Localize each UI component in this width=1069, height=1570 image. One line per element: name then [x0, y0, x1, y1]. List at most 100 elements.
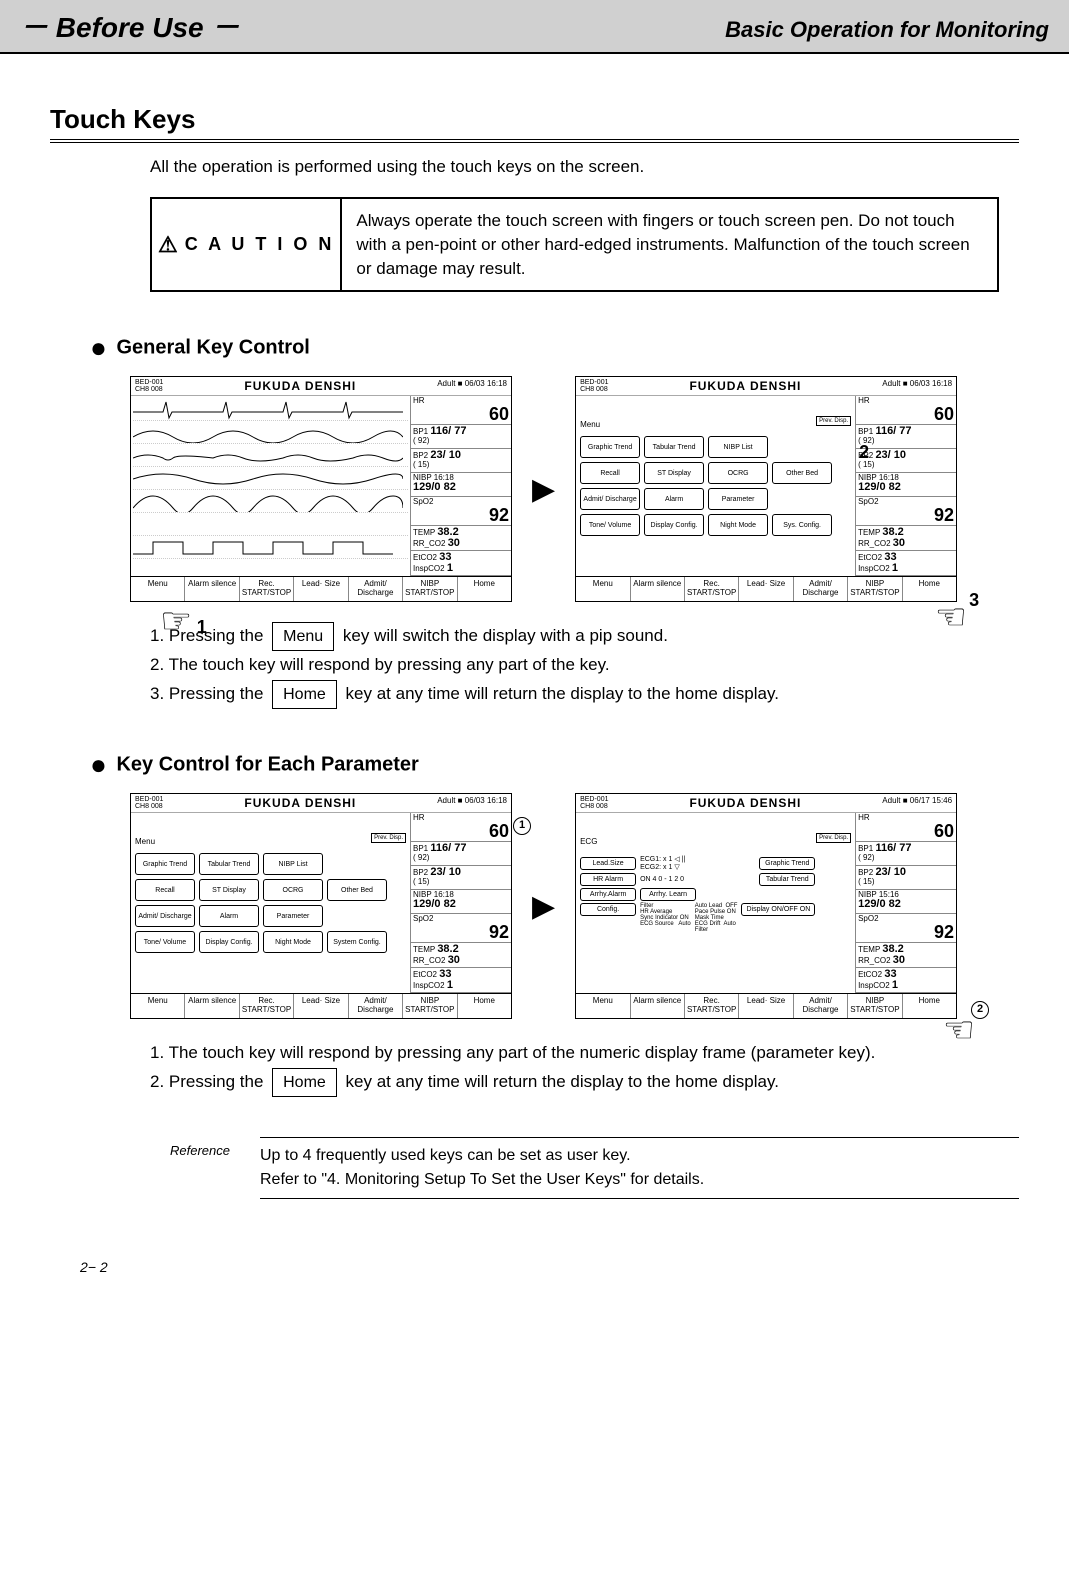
home-key[interactable]: Home [458, 577, 511, 601]
nibp-key[interactable]: NIBP START/STOP [403, 577, 457, 601]
bp1-value[interactable]: 116/ 77 [430, 842, 466, 854]
menu-system-config[interactable]: Sys. Config. [772, 514, 832, 536]
param-step2b: key at any time will return the display … [346, 1072, 779, 1091]
side-tabular-trend[interactable]: Tabular Trend [759, 873, 815, 886]
menu-nibp-list[interactable]: NIBP List [263, 853, 323, 875]
inspco2-value[interactable]: 1 [447, 562, 453, 574]
spo2-label: SpO2 [858, 497, 878, 506]
spo2-value[interactable]: 92 [413, 923, 509, 941]
bp2-value[interactable]: 23/ 10 [430, 866, 461, 878]
hr-value[interactable]: 60 [858, 822, 954, 840]
menu-st-display[interactable]: ST Display [199, 879, 259, 901]
bp2-value[interactable]: 23/ 10 [875, 866, 906, 878]
hr-value[interactable]: 60 [413, 822, 509, 840]
alarm-silence-key[interactable]: Alarm silence [631, 994, 685, 1018]
lead-size-key[interactable]: Lead· Size [739, 994, 793, 1018]
rr-value[interactable]: 30 [893, 954, 905, 966]
admit-discharge-key[interactable]: Admit/ Discharge [794, 577, 848, 601]
menu-key[interactable]: Menu [576, 994, 630, 1018]
menu-key[interactable]: Menu [576, 577, 630, 601]
ch-id: CH8 008 [580, 386, 608, 393]
menu-system-config[interactable]: System Config. [327, 931, 387, 953]
admit-discharge-key[interactable]: Admit/ Discharge [349, 577, 403, 601]
alarm-silence-key[interactable]: Alarm silence [185, 994, 239, 1018]
menu-tone-volume[interactable]: Tone/ Volume [580, 514, 640, 536]
spo2-value[interactable]: 92 [858, 923, 954, 941]
bp1-value[interactable]: 116/ 77 [875, 425, 911, 437]
ecg-arrhy-alarm[interactable]: Arrhy.Alarm [580, 888, 636, 901]
lead-size-key[interactable]: Lead· Size [294, 577, 348, 601]
menu-other-bed[interactable]: Other Bed [772, 462, 832, 484]
side-graphic-trend[interactable]: Graphic Trend [759, 857, 815, 870]
inspco2-value[interactable]: 1 [892, 979, 898, 991]
rec-key[interactable]: Rec. START/STOP [240, 994, 294, 1018]
menu-graphic-trend[interactable]: Graphic Trend [580, 436, 640, 458]
nibp-key[interactable]: NIBP START/STOP [848, 994, 902, 1018]
rec-key[interactable]: Rec. START/STOP [685, 994, 739, 1018]
bp2-value[interactable]: 23/ 10 [875, 449, 906, 461]
menu-admit-discharge[interactable]: Admit/ Discharge [135, 905, 195, 927]
menu-tabular-trend[interactable]: Tabular Trend [644, 436, 704, 458]
menu-display-config[interactable]: Display Config. [644, 514, 704, 536]
menu-admit-discharge[interactable]: Admit/ Discharge [580, 488, 640, 510]
hr-value[interactable]: 60 [413, 405, 509, 423]
prev-disp-button[interactable]: Prev. Disp. [816, 416, 851, 426]
rr-value[interactable]: 30 [893, 537, 905, 549]
nibp-value[interactable]: 129/0 82 [858, 481, 901, 493]
menu-alarm[interactable]: Alarm [644, 488, 704, 510]
prev-disp-button[interactable]: Prev. Disp. [816, 833, 851, 843]
rec-key[interactable]: Rec. START/STOP [240, 577, 294, 601]
inspco2-value[interactable]: 1 [892, 562, 898, 574]
rr-value[interactable]: 30 [448, 537, 460, 549]
menu-st-display[interactable]: ST Display [644, 462, 704, 484]
bp1-value[interactable]: 116/ 77 [430, 425, 466, 437]
nibp-value[interactable]: 129/0 82 [413, 481, 456, 493]
bp2-value[interactable]: 23/ 10 [430, 449, 461, 461]
bp1-value[interactable]: 116/ 77 [875, 842, 911, 854]
alarm-silence-key[interactable]: Alarm silence [631, 577, 685, 601]
admit-discharge-key[interactable]: Admit/ Discharge [349, 994, 403, 1018]
menu-tone-volume[interactable]: Tone/ Volume [135, 931, 195, 953]
menu-nibp-list[interactable]: NIBP List [708, 436, 768, 458]
menu-recall[interactable]: Recall [580, 462, 640, 484]
menu-graphic-trend[interactable]: Graphic Trend [135, 853, 195, 875]
bp2-mean: ( 15) [858, 877, 874, 886]
menu-key[interactable]: Menu [131, 994, 185, 1018]
menu-key[interactable]: Menu [131, 577, 185, 601]
menu-night-mode[interactable]: Night Mode [263, 931, 323, 953]
menu-recall[interactable]: Recall [135, 879, 195, 901]
alarm-silence-key[interactable]: Alarm silence [185, 577, 239, 601]
admit-discharge-key[interactable]: Admit/ Discharge [794, 994, 848, 1018]
side-display-onoff[interactable]: Display ON/OFF ON [741, 903, 815, 916]
ecg-arrhy-learn[interactable]: Arrhy. Learn [640, 888, 696, 901]
lead-size-key[interactable]: Lead· Size [739, 577, 793, 601]
menu-tabular-trend[interactable]: Tabular Trend [199, 853, 259, 875]
inspco2-value[interactable]: 1 [447, 979, 453, 991]
nibp-key[interactable]: NIBP START/STOP [848, 577, 902, 601]
prev-disp-button[interactable]: Prev. Disp. [371, 833, 406, 843]
hr-value[interactable]: 60 [858, 405, 954, 423]
ecg-lead-size[interactable]: Lead.Size [580, 857, 636, 870]
menu-ocrg[interactable]: OCRG [263, 879, 323, 901]
rec-key[interactable]: Rec. START/STOP [685, 577, 739, 601]
nibp-key[interactable]: NIBP START/STOP [403, 994, 457, 1018]
nibp-value[interactable]: 129/0 82 [858, 898, 901, 910]
spo2-value[interactable]: 92 [413, 506, 509, 524]
home-key[interactable]: Home [458, 994, 511, 1018]
caution-label: ⚠ C A U T I O N [152, 199, 342, 290]
menu-ocrg[interactable]: OCRG [708, 462, 768, 484]
menu-night-mode[interactable]: Night Mode [708, 514, 768, 536]
menu-other-bed[interactable]: Other Bed [327, 879, 387, 901]
nibp-value[interactable]: 129/0 82 [413, 898, 456, 910]
menu-display-config[interactable]: Display Config. [199, 931, 259, 953]
ecg-config[interactable]: Config. [580, 903, 636, 916]
lead-size-key[interactable]: Lead· Size [294, 994, 348, 1018]
menu-parameter[interactable]: Parameter [263, 905, 323, 927]
step1b: key will switch the display with a pip s… [343, 626, 668, 645]
menu-parameter[interactable]: Parameter [708, 488, 768, 510]
ecg-hr-alarm[interactable]: HR Alarm [580, 873, 636, 886]
spo2-value[interactable]: 92 [858, 506, 954, 524]
rr-value[interactable]: 30 [448, 954, 460, 966]
param-step2a: 2. Pressing the [150, 1072, 268, 1091]
menu-alarm[interactable]: Alarm [199, 905, 259, 927]
